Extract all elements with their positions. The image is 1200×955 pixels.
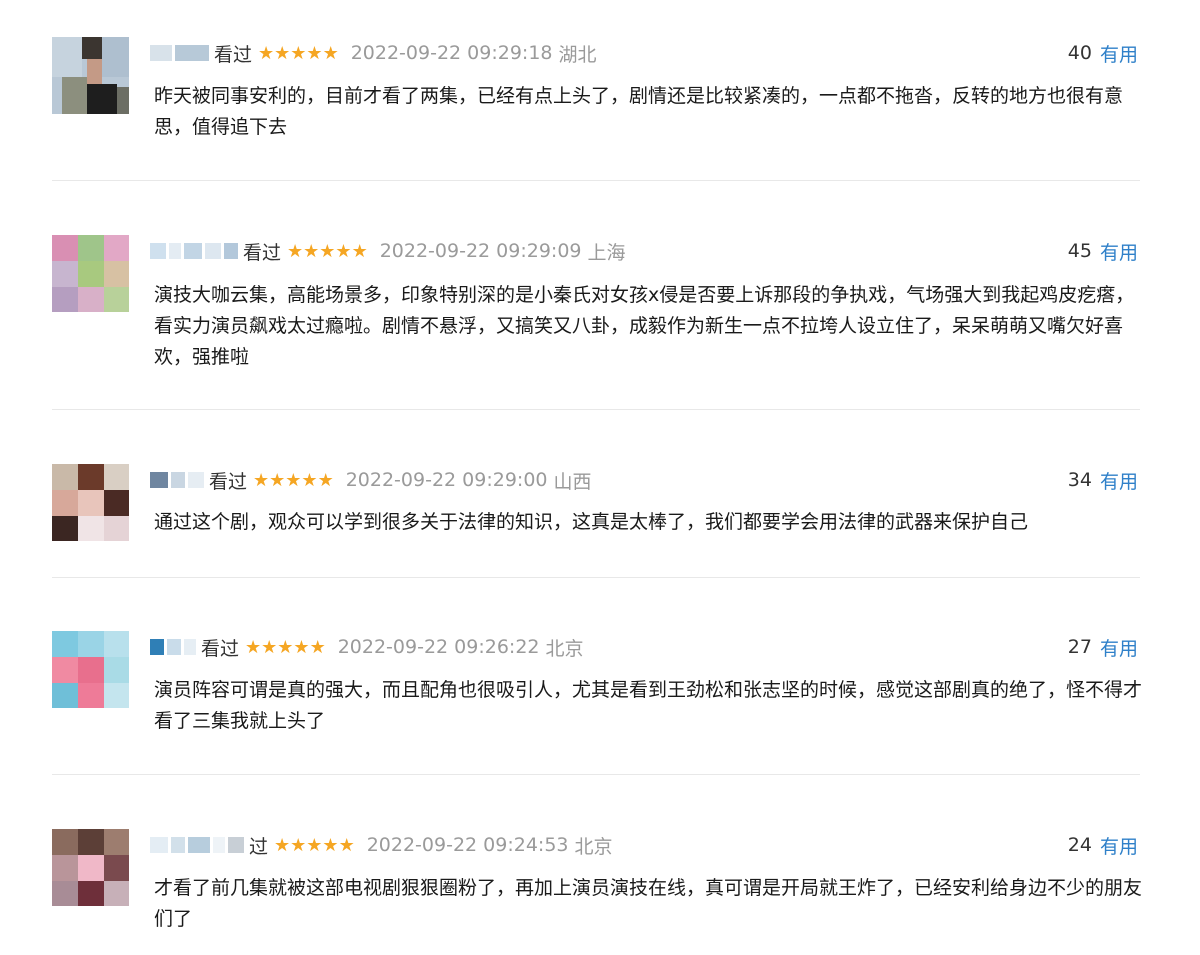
review-location: 上海 <box>587 241 626 264</box>
useful-count: 24 <box>1067 834 1092 856</box>
divider <box>52 774 1140 775</box>
useful-button[interactable]: 有用 <box>1100 238 1138 265</box>
useful-button[interactable]: 有用 <box>1100 40 1138 67</box>
username-blurred[interactable] <box>150 636 199 658</box>
useful-button[interactable]: 有用 <box>1100 832 1138 859</box>
watch-status: 看过 <box>243 241 282 264</box>
rating-stars-icon: ★★★★★ <box>258 42 339 64</box>
review-location: 北京 <box>545 637 584 660</box>
review-meta: 看过 ★★★★★ 2022-09-22 09:26:22 北京 <box>150 632 584 662</box>
review-content: 昨天被同事安利的，目前才看了两集，已经有点上头了，剧情还是比较紧凑的，一点都不拖… <box>154 85 1124 138</box>
review-meta: 看过 ★★★★★ 2022-09-22 09:29:18 湖北 <box>150 38 597 68</box>
review-time: 2022-09-22 09:29:18 <box>350 42 553 64</box>
review-meta: 过 ★★★★★ 2022-09-22 09:24:53 北京 <box>150 830 613 860</box>
avatar[interactable] <box>52 235 129 312</box>
rating-stars-icon: ★★★★★ <box>245 636 326 658</box>
useful-button[interactable]: 有用 <box>1100 467 1138 494</box>
review-meta: 看过 ★★★★★ 2022-09-22 09:29:00 山西 <box>150 465 592 495</box>
watch-status: 看过 <box>201 637 240 660</box>
review-content: 通过这个剧，观众可以学到很多关于法律的知识，这真是太棒了，我们都要学会用法律的武… <box>154 511 1029 533</box>
divider <box>52 409 1140 410</box>
review-time: 2022-09-22 09:26:22 <box>337 636 540 658</box>
rating-stars-icon: ★★★★★ <box>274 834 355 856</box>
watch-status: 看过 <box>209 470 248 493</box>
useful-vote: 24 有用 <box>1068 830 1138 860</box>
review-time: 2022-09-22 09:24:53 <box>366 834 569 856</box>
review-meta: 看过 ★★★★★ 2022-09-22 09:29:09 上海 <box>150 236 626 266</box>
useful-vote: 45 有用 <box>1068 236 1138 266</box>
watch-status: 过 <box>249 835 269 858</box>
review-location: 湖北 <box>558 43 597 66</box>
avatar[interactable] <box>52 37 129 114</box>
useful-vote: 40 有用 <box>1068 38 1138 68</box>
review-location: 北京 <box>574 835 613 858</box>
useful-vote: 27 有用 <box>1068 632 1138 662</box>
username-blurred[interactable] <box>150 834 247 856</box>
avatar[interactable] <box>52 464 129 541</box>
username-blurred[interactable] <box>150 240 241 262</box>
review-time: 2022-09-22 09:29:00 <box>345 469 548 491</box>
rating-stars-icon: ★★★★★ <box>253 469 334 491</box>
username-blurred[interactable] <box>150 42 212 64</box>
useful-count: 45 <box>1067 240 1092 262</box>
username-blurred[interactable] <box>150 469 207 491</box>
avatar[interactable] <box>52 631 129 708</box>
review-content: 演技大咖云集，高能场景多，印象特别深的是小秦氏对女孩x侵是否要上诉那段的争执戏，… <box>154 284 1135 368</box>
watch-status: 看过 <box>214 43 253 66</box>
useful-count: 27 <box>1067 636 1092 658</box>
review-content: 演员阵容可谓是真的强大，而且配角也很吸引人，尤其是看到王劲松和张志坚的时候，感觉… <box>154 679 1143 732</box>
useful-count: 40 <box>1067 42 1092 64</box>
rating-stars-icon: ★★★★★ <box>287 240 368 262</box>
review-content: 才看了前几集就被这部电视剧狠狠圈粉了，再加上演员演技在线，真可谓是开局就王炸了，… <box>154 877 1143 930</box>
divider <box>52 577 1140 578</box>
divider <box>52 180 1140 181</box>
useful-button[interactable]: 有用 <box>1100 634 1138 661</box>
avatar[interactable] <box>52 829 129 906</box>
useful-vote: 34 有用 <box>1068 465 1138 495</box>
review-time: 2022-09-22 09:29:09 <box>379 240 582 262</box>
useful-count: 34 <box>1067 469 1092 491</box>
review-location: 山西 <box>553 470 592 493</box>
